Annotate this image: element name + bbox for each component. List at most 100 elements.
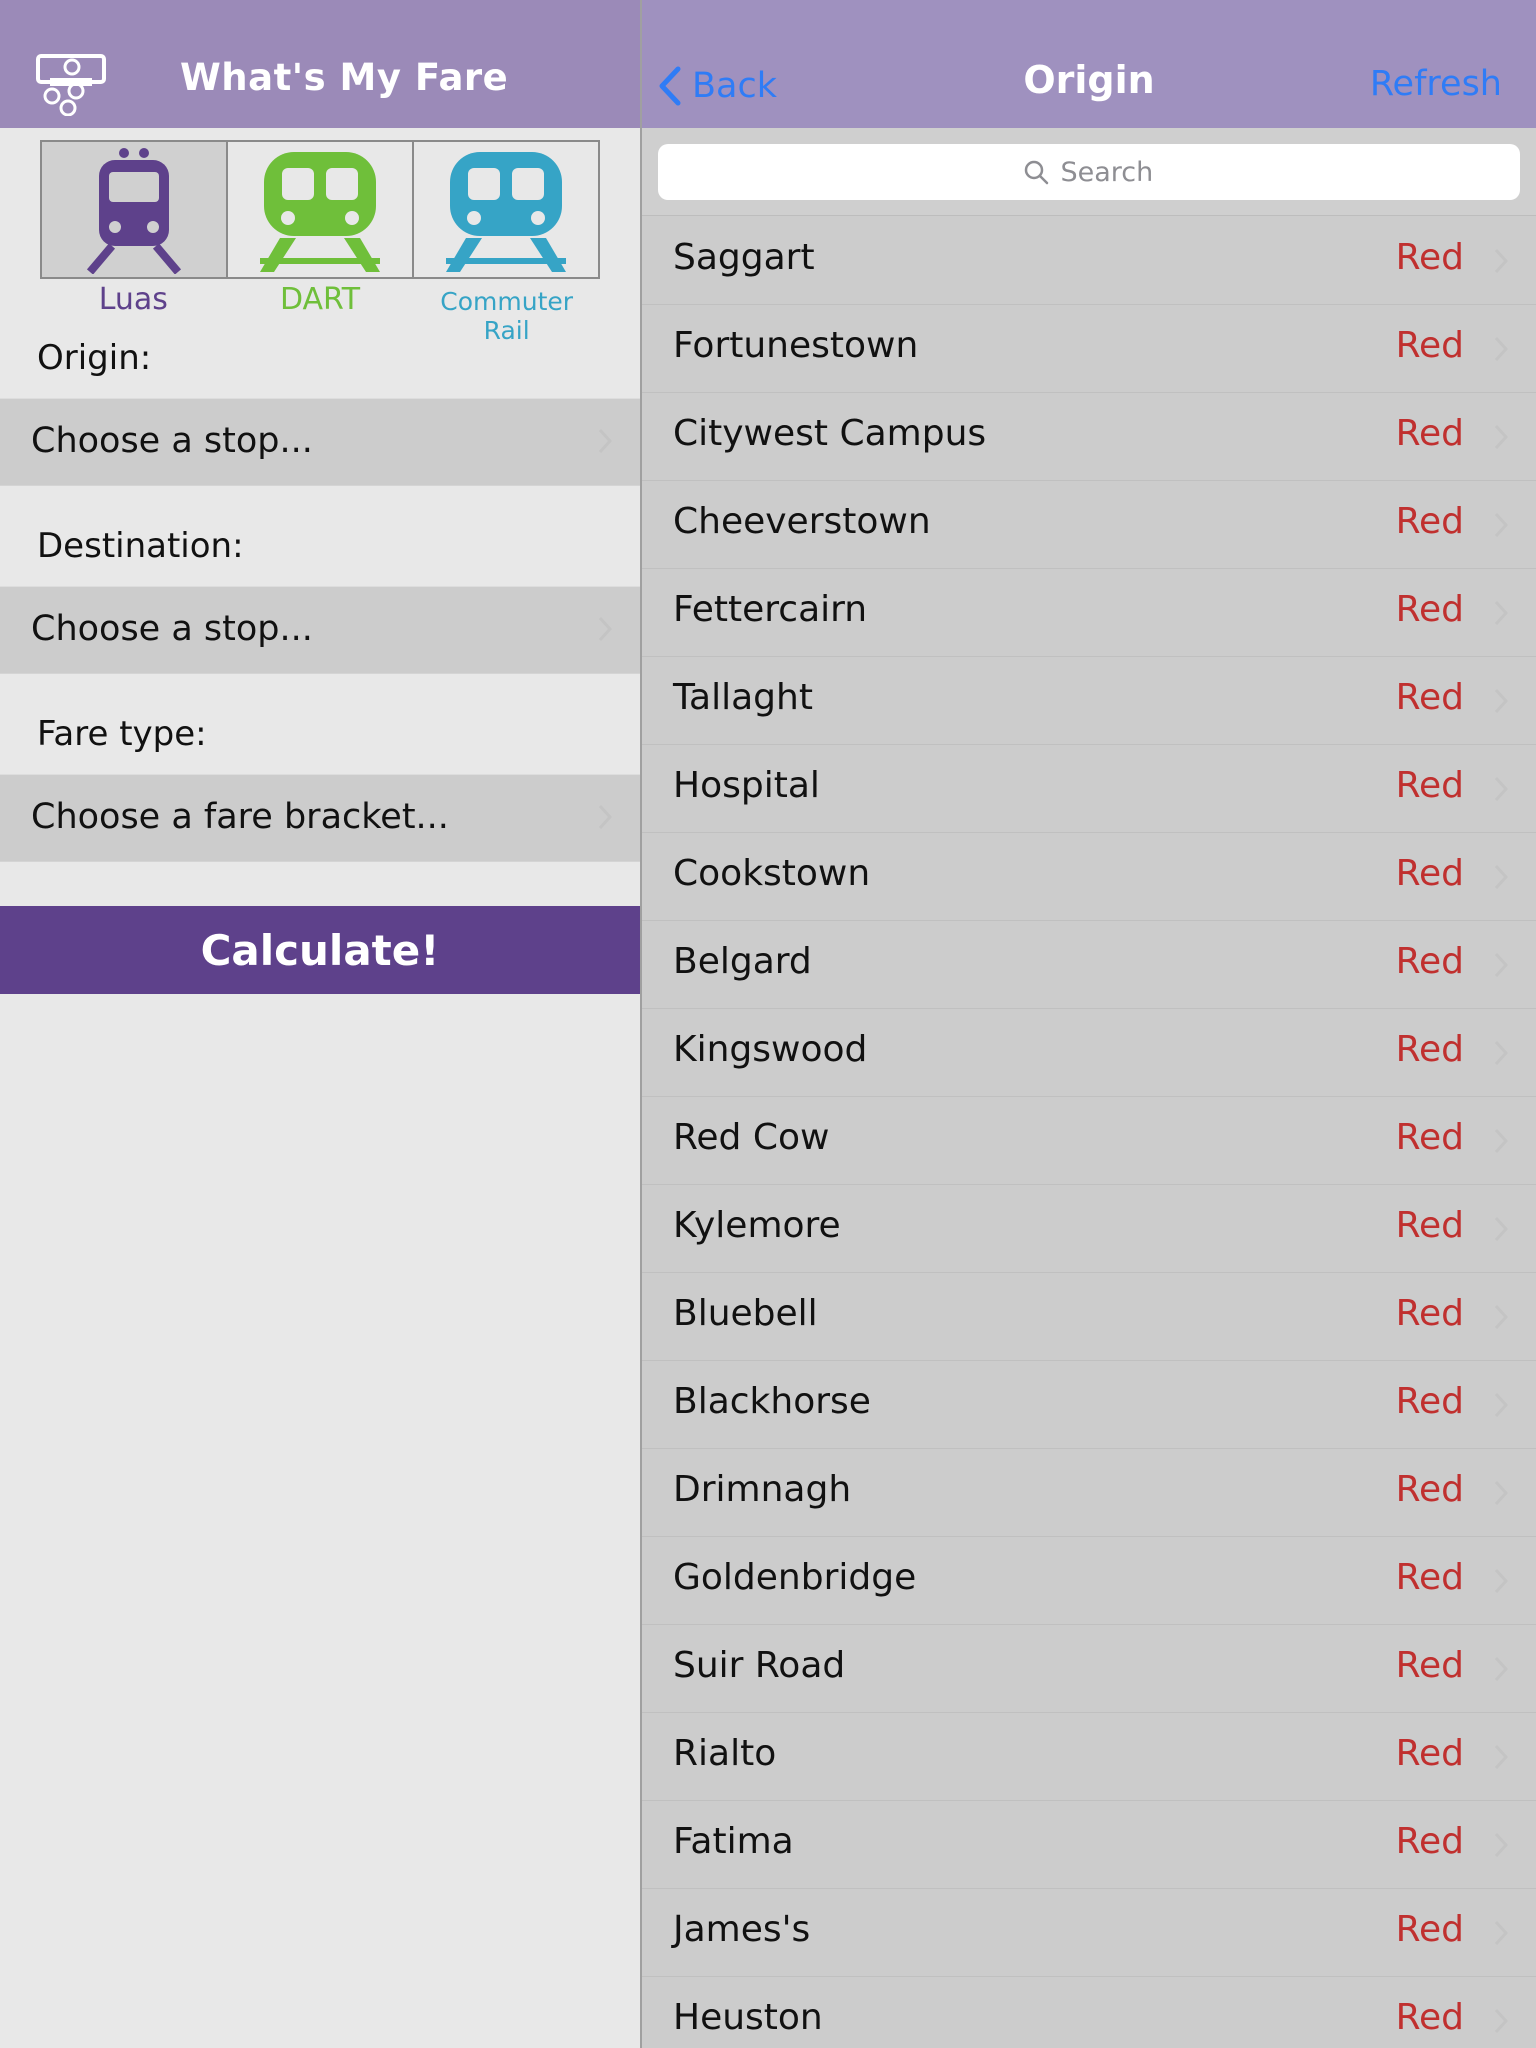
line-label: Red (1395, 1557, 1464, 1598)
stop-name: Fatima (673, 1821, 794, 1862)
stop-row[interactable]: Rialto Red (642, 1713, 1536, 1801)
stop-name: Blackhorse (673, 1381, 871, 1422)
chevron-right-icon (1494, 1480, 1508, 1506)
stop-row[interactable]: Cookstown Red (642, 833, 1536, 921)
stop-row[interactable]: Citywest Campus Red (642, 393, 1536, 481)
stop-name: Belgard (673, 941, 812, 982)
stop-row[interactable]: Fettercairn Red (642, 569, 1536, 657)
origin-label: Origin: (37, 338, 152, 378)
app-title: What's My Fare (180, 56, 509, 99)
fare-money-icon (36, 54, 106, 116)
destination-select-row[interactable]: Choose a stop... (0, 586, 640, 674)
stop-row[interactable]: Blackhorse Red (642, 1361, 1536, 1449)
line-label: Red (1395, 589, 1464, 630)
stop-name: Drimnagh (673, 1469, 852, 1510)
origin-value: Choose a stop... (31, 421, 313, 461)
stop-name: James's (673, 1909, 811, 1950)
line-label: Red (1395, 413, 1464, 454)
line-label: Red (1395, 325, 1464, 366)
line-label: Red (1395, 1117, 1464, 1158)
train-icon (446, 151, 566, 272)
search-field[interactable] (658, 144, 1520, 200)
chevron-right-icon (1494, 2008, 1508, 2034)
calculate-label: Calculate! (200, 925, 440, 975)
stop-row[interactable]: Cheeverstown Red (642, 481, 1536, 569)
stop-row[interactable]: Kingswood Red (642, 1009, 1536, 1097)
destination-value: Choose a stop... (31, 609, 313, 649)
stop-name: Kingswood (673, 1029, 868, 1070)
stop-name: Bluebell (673, 1293, 818, 1334)
chevron-right-icon (1494, 1392, 1508, 1418)
chevron-right-icon (1494, 776, 1508, 802)
chevron-right-icon (1494, 1568, 1508, 1594)
stop-row[interactable]: Bluebell Red (642, 1273, 1536, 1361)
line-label: Red (1395, 1205, 1464, 1246)
stop-name: Red Cow (673, 1117, 830, 1158)
destination-label: Destination: (37, 526, 244, 566)
chevron-right-icon (1494, 688, 1508, 714)
line-label: Red (1395, 1997, 1464, 2038)
fare-type-label: Fare type: (37, 714, 207, 754)
stop-row[interactable]: Red Cow Red (642, 1097, 1536, 1185)
stop-row[interactable]: Kylemore Red (642, 1185, 1536, 1273)
mode-luas-button[interactable] (42, 142, 228, 277)
chevron-right-icon (1494, 600, 1508, 626)
chevron-right-icon (598, 616, 612, 642)
search-icon (1024, 160, 1048, 185)
chevron-right-icon (1494, 1744, 1508, 1770)
chevron-right-icon (1494, 512, 1508, 538)
chevron-right-icon (1494, 1920, 1508, 1946)
fare-type-value: Choose a fare bracket... (31, 797, 449, 837)
stop-name: Cookstown (673, 853, 871, 894)
line-label: Red (1395, 941, 1464, 982)
stop-row[interactable]: Saggart Red (642, 217, 1536, 305)
train-icon (260, 151, 380, 272)
line-label: Red (1395, 1381, 1464, 1422)
refresh-button[interactable]: Refresh (1370, 64, 1502, 104)
stop-row[interactable]: Drimnagh Red (642, 1449, 1536, 1537)
stop-name: Cheeverstown (673, 501, 931, 542)
line-label: Red (1395, 1645, 1464, 1686)
chevron-right-icon (1494, 1832, 1508, 1858)
stop-row[interactable]: Goldenbridge Red (642, 1537, 1536, 1625)
mode-label-commuter-rail: Commuter Rail (440, 287, 574, 345)
stop-row[interactable]: Fatima Red (642, 1801, 1536, 1889)
chevron-right-icon (1494, 248, 1508, 274)
chevron-right-icon (1494, 1304, 1508, 1330)
mode-label-dart: DART (279, 282, 361, 317)
line-label: Red (1395, 1733, 1464, 1774)
stop-row[interactable]: Suir Road Red (642, 1625, 1536, 1713)
chevron-right-icon (1494, 1128, 1508, 1154)
chevron-right-icon (1494, 864, 1508, 890)
picker-nav-bar: Back Origin Refresh (642, 0, 1536, 128)
fare-type-select-row[interactable]: Choose a fare bracket... (0, 774, 640, 862)
search-bar (642, 128, 1536, 216)
stop-name: Kylemore (673, 1205, 841, 1246)
line-label: Red (1395, 677, 1464, 718)
search-input[interactable] (1060, 156, 1156, 188)
tram-icon (86, 147, 182, 274)
line-label: Red (1395, 501, 1464, 542)
mode-dart-button[interactable] (228, 142, 414, 277)
app-header: What's My Fare (0, 0, 640, 128)
line-label: Red (1395, 1029, 1464, 1070)
stop-name: Heuston (673, 1997, 823, 2038)
chevron-right-icon (1494, 1216, 1508, 1242)
transport-mode-selector (40, 140, 600, 279)
chevron-right-icon (1494, 424, 1508, 450)
stop-name: Citywest Campus (673, 413, 987, 454)
line-label: Red (1395, 237, 1464, 278)
stop-row[interactable]: Heuston Red (642, 1977, 1536, 2048)
stop-name: Fettercairn (673, 589, 868, 630)
stop-row[interactable]: Hospital Red (642, 745, 1536, 833)
stop-row[interactable]: James's Red (642, 1889, 1536, 1977)
origin-select-row[interactable]: Choose a stop... (0, 398, 640, 486)
stop-name: Tallaght (673, 677, 813, 718)
line-label: Red (1395, 1293, 1464, 1334)
calculate-button[interactable]: Calculate! (0, 906, 640, 994)
stop-row[interactable]: Fortunestown Red (642, 305, 1536, 393)
stop-row[interactable]: Belgard Red (642, 921, 1536, 1009)
stop-name: Hospital (673, 765, 820, 806)
mode-commuter-rail-button[interactable] (414, 142, 598, 277)
stop-row[interactable]: Tallaght Red (642, 657, 1536, 745)
